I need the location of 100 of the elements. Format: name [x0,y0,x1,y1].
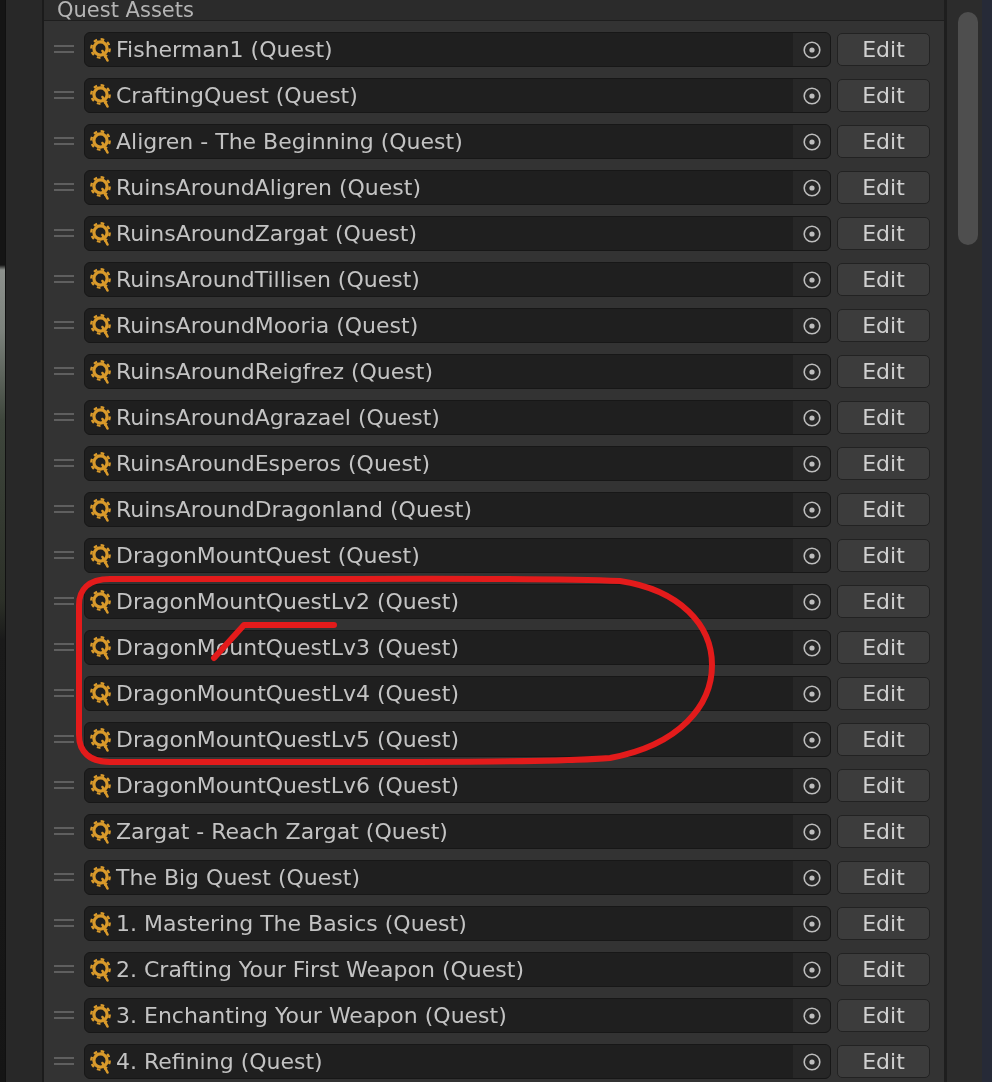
quest-gear-icon [90,451,112,476]
object-field[interactable]: RuinsAroundReigfrez (Quest) [84,354,831,389]
target-icon[interactable] [802,86,821,105]
target-icon[interactable] [802,592,821,611]
scrollbar-thumb[interactable] [958,12,978,245]
target-icon[interactable] [802,40,821,59]
object-field[interactable]: DragonMountQuestLv2 (Quest) [84,584,831,619]
object-field[interactable]: 1. Mastering The Basics (Quest) [84,906,831,941]
edit-button[interactable]: Edit [837,953,930,986]
drag-handle-icon[interactable] [54,734,74,743]
target-icon[interactable] [802,316,821,335]
drag-handle-icon[interactable] [54,182,74,191]
object-field[interactable]: DragonMountQuestLv5 (Quest) [84,722,831,757]
edit-button[interactable]: Edit [837,539,930,572]
quest-gear-icon [90,313,112,338]
target-icon[interactable] [802,776,821,795]
edit-button[interactable]: Edit [837,79,930,112]
target-icon[interactable] [802,638,821,657]
drag-handle-icon[interactable] [54,412,74,421]
target-icon[interactable] [802,822,821,841]
object-field[interactable]: Aligren - The Beginning (Quest) [84,124,831,159]
object-field[interactable]: RuinsAroundMooria (Quest) [84,308,831,343]
scrollbar-track[interactable] [947,0,982,1082]
target-icon[interactable] [802,960,821,979]
drag-handle-icon[interactable] [54,44,74,53]
edit-button[interactable]: Edit [837,33,930,66]
edit-button[interactable]: Edit [837,631,930,664]
target-icon[interactable] [802,868,821,887]
drag-handle-icon[interactable] [54,90,74,99]
object-field[interactable]: 4. Refining (Quest) [84,1044,831,1079]
drag-handle-icon[interactable] [54,136,74,145]
drag-handle-icon[interactable] [54,1010,74,1019]
edit-button[interactable]: Edit [837,677,930,710]
quest-gear-icon [90,819,112,844]
edit-button[interactable]: Edit [837,769,930,802]
drag-handle-icon[interactable] [54,918,74,927]
drag-handle-icon[interactable] [54,780,74,789]
drag-handle-icon[interactable] [54,642,74,651]
object-field[interactable]: DragonMountQuestLv4 (Quest) [84,676,831,711]
edit-button[interactable]: Edit [837,401,930,434]
drag-handle-icon[interactable] [54,320,74,329]
object-field[interactable]: DragonMountQuest (Quest) [84,538,831,573]
edit-button[interactable]: Edit [837,999,930,1032]
object-field[interactable]: CraftingQuest (Quest) [84,78,831,113]
drag-handle-icon[interactable] [54,688,74,697]
drag-handle-icon[interactable] [54,596,74,605]
object-field[interactable]: RuinsAroundZargat (Quest) [84,216,831,251]
quest-gear-icon [90,267,112,292]
edit-button[interactable]: Edit [837,1045,930,1078]
target-icon[interactable] [802,684,821,703]
object-field[interactable]: RuinsAroundEsperos (Quest) [84,446,831,481]
quest-gear-icon [90,865,112,890]
edit-button[interactable]: Edit [837,493,930,526]
object-field[interactable]: RuinsAroundAgrazael (Quest) [84,400,831,435]
edit-button[interactable]: Edit [837,217,930,250]
edit-button[interactable]: Edit [837,263,930,296]
object-field[interactable]: Fisherman1 (Quest) [84,32,831,67]
target-icon[interactable] [802,546,821,565]
object-field[interactable]: DragonMountQuestLv6 (Quest) [84,768,831,803]
quest-gear-icon [90,359,112,384]
object-field[interactable]: RuinsAroundDragonland (Quest) [84,492,831,527]
edit-button[interactable]: Edit [837,125,930,158]
drag-handle-icon[interactable] [54,504,74,513]
drag-handle-icon[interactable] [54,274,74,283]
object-field[interactable]: Zargat - Reach Zargat (Quest) [84,814,831,849]
drag-handle-icon[interactable] [54,826,74,835]
edit-button[interactable]: Edit [837,355,930,388]
target-icon[interactable] [802,730,821,749]
target-icon[interactable] [802,270,821,289]
target-icon[interactable] [802,132,821,151]
section-header: Quest Assets [44,0,944,21]
target-icon[interactable] [802,454,821,473]
drag-handle-icon[interactable] [54,458,74,467]
object-field[interactable]: RuinsAroundTillisen (Quest) [84,262,831,297]
edit-button[interactable]: Edit [837,723,930,756]
edit-button[interactable]: Edit [837,171,930,204]
edit-button[interactable]: Edit [837,815,930,848]
object-field[interactable]: 3. Enchanting Your Weapon (Quest) [84,998,831,1033]
target-icon[interactable] [802,178,821,197]
edit-button[interactable]: Edit [837,447,930,480]
object-field[interactable]: The Big Quest (Quest) [84,860,831,895]
target-icon[interactable] [802,914,821,933]
edit-button[interactable]: Edit [837,309,930,342]
target-icon[interactable] [802,224,821,243]
target-icon[interactable] [802,408,821,427]
object-field[interactable]: RuinsAroundAligren (Quest) [84,170,831,205]
drag-handle-icon[interactable] [54,228,74,237]
target-icon[interactable] [802,1052,821,1071]
edit-button[interactable]: Edit [837,585,930,618]
drag-handle-icon[interactable] [54,366,74,375]
target-icon[interactable] [802,1006,821,1025]
drag-handle-icon[interactable] [54,1056,74,1065]
drag-handle-icon[interactable] [54,550,74,559]
object-field[interactable]: 2. Crafting Your First Weapon (Quest) [84,952,831,987]
edit-button[interactable]: Edit [837,861,930,894]
edit-button[interactable]: Edit [837,907,930,940]
drag-handle-icon[interactable] [54,872,74,881]
target-icon[interactable] [802,500,821,519]
drag-handle-icon[interactable] [54,964,74,973]
target-icon[interactable] [802,362,821,381]
